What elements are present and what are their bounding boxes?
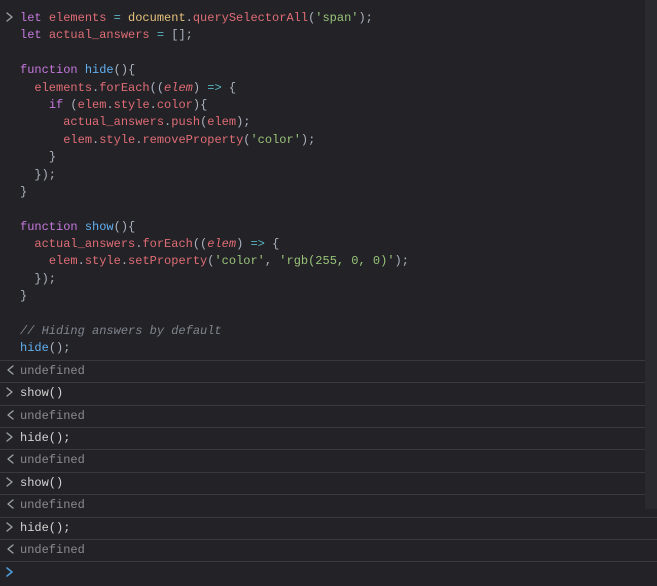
chevron-left-icon — [2, 363, 18, 375]
chevron-left-icon — [2, 497, 18, 509]
console-message: undefined — [18, 497, 653, 514]
scrollbar[interactable] — [645, 0, 657, 509]
console-output-entry: undefined — [0, 450, 657, 472]
console-output-entry: undefined — [0, 540, 657, 562]
console-output-entry: undefined — [0, 361, 657, 383]
console-message: undefined — [18, 408, 653, 425]
chevron-right-icon — [2, 10, 18, 22]
chevron-left-icon — [2, 542, 18, 554]
chevron-right-icon — [2, 520, 18, 532]
console-output-entry: undefined — [0, 495, 657, 517]
chevron-left-icon — [2, 408, 18, 420]
chevron-right-icon — [2, 475, 18, 487]
console-input-entry: hide(); — [0, 428, 657, 450]
console-message: undefined — [18, 452, 653, 469]
console-prompt-row[interactable] — [0, 562, 657, 585]
console-message: undefined — [18, 542, 653, 559]
chevron-right-icon — [2, 430, 18, 442]
console-input-entry: let elements = document.querySelectorAll… — [0, 8, 657, 361]
console-input-entry: show() — [0, 473, 657, 495]
console-input[interactable] — [18, 565, 653, 582]
chevron-right-icon — [2, 565, 18, 577]
console-message: show() — [18, 385, 653, 402]
console-input-entry: hide(); — [0, 518, 657, 540]
chevron-right-icon — [2, 385, 18, 397]
console-log-area: let elements = document.querySelectorAll… — [0, 8, 657, 562]
console-message: hide(); — [18, 430, 653, 447]
console-message: let elements = document.querySelectorAll… — [18, 10, 653, 358]
console-message: show() — [18, 475, 653, 492]
console-message: undefined — [18, 363, 653, 380]
console-input-entry: show() — [0, 383, 657, 405]
console-message: hide(); — [18, 520, 653, 537]
chevron-left-icon — [2, 452, 18, 464]
console-output-entry: undefined — [0, 406, 657, 428]
